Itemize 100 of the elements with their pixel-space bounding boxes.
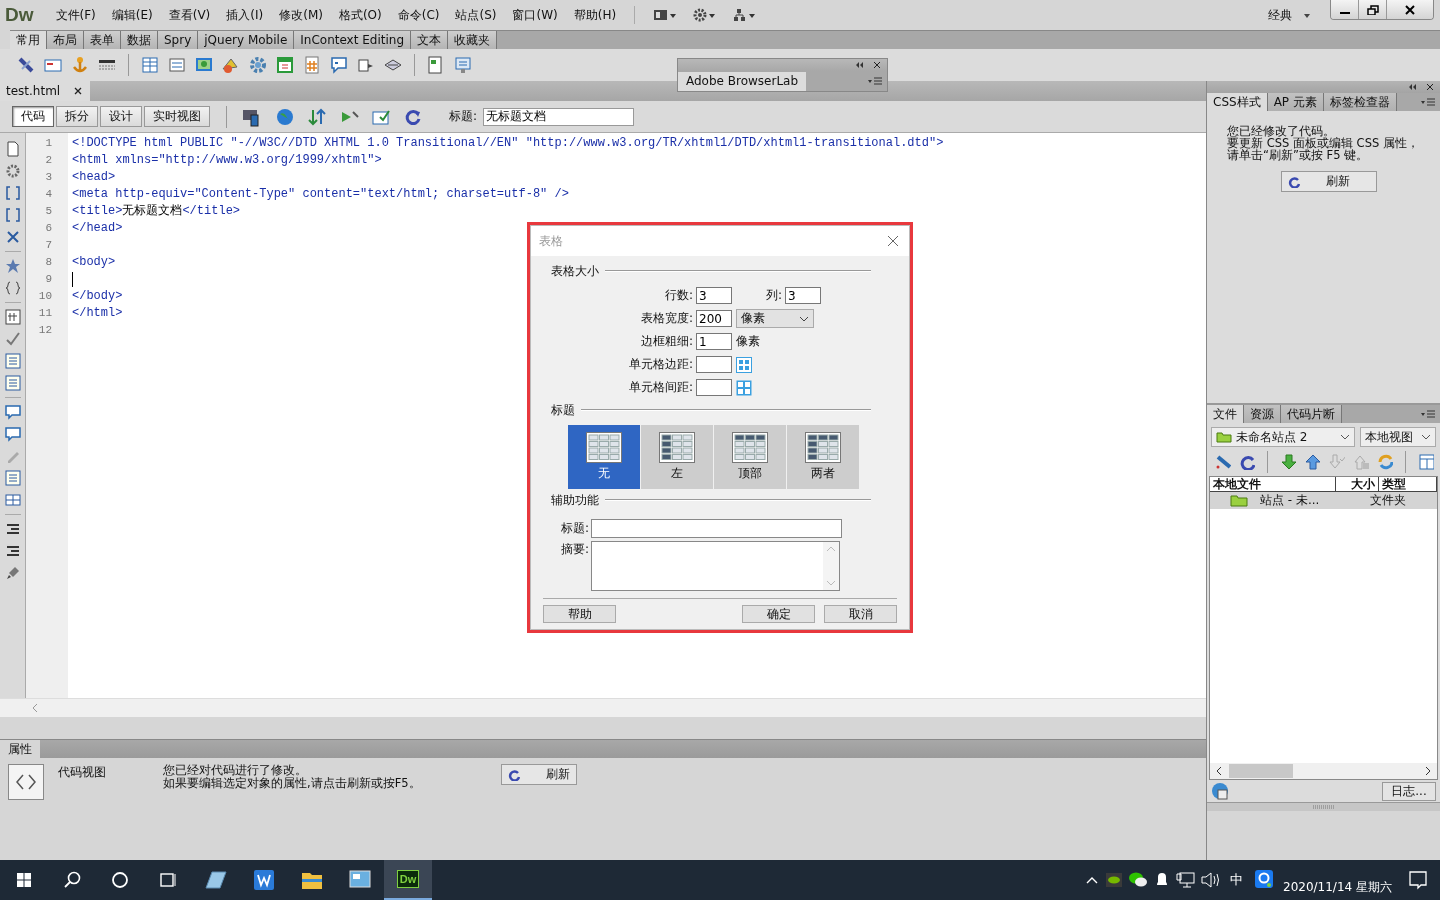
scrollbar-thumb[interactable]	[1229, 764, 1293, 778]
panel-tab[interactable]: 标签检查器	[1323, 93, 1397, 111]
insert-tab[interactable]: 表单	[84, 31, 121, 49]
indent-icon[interactable]	[4, 521, 21, 537]
close-icon[interactable]	[873, 61, 881, 69]
settings-icon[interactable]	[693, 8, 718, 22]
view-button[interactable]: 拆分	[56, 106, 98, 127]
minimize-button[interactable]	[1331, 0, 1359, 19]
document-icon[interactable]	[4, 141, 21, 157]
sync-icon[interactable]	[1376, 454, 1393, 470]
taskbar-app-button[interactable]: Dw	[384, 860, 432, 900]
close-icon[interactable]	[887, 235, 899, 247]
header-option[interactable]: 顶部	[714, 425, 786, 489]
refresh-icon[interactable]	[1239, 454, 1256, 470]
column-header[interactable]: 类型	[1379, 477, 1437, 491]
view-dropdown[interactable]: 本地视图	[1360, 427, 1436, 447]
up-arrow-icon[interactable]	[1304, 454, 1321, 470]
close-icon[interactable]	[1426, 83, 1434, 91]
menu-item[interactable]: 站点(S)	[447, 6, 505, 24]
check-icon[interactable]	[4, 331, 21, 347]
form-icon[interactable]	[167, 55, 187, 75]
title-field[interactable]: 无标题文档	[483, 107, 635, 126]
calendar-icon[interactable]	[275, 55, 295, 75]
menu-item[interactable]: 窗口(W)	[504, 6, 566, 24]
cancel-button[interactable]: 取消	[824, 605, 897, 623]
gear-icon[interactable]	[4, 163, 21, 179]
menu-item[interactable]: 帮助(H)	[565, 6, 625, 24]
panel-tab[interactable]: 文件	[1207, 405, 1244, 423]
log-button[interactable]: 日志...	[1382, 781, 1436, 801]
border-field[interactable]: 1	[696, 333, 732, 350]
menu-item[interactable]: 命令(C)	[389, 6, 448, 24]
star-icon[interactable]	[4, 258, 21, 274]
cell-spacing-field[interactable]	[696, 379, 732, 396]
layout-icon[interactable]	[653, 8, 678, 22]
insert-tab[interactable]: 文本	[411, 31, 449, 49]
restore-button[interactable]	[1359, 0, 1387, 19]
menu-item[interactable]: 格式(O)	[330, 6, 390, 24]
down-arrow-icon[interactable]	[1280, 454, 1297, 470]
collapse-icon[interactable]	[1408, 83, 1418, 91]
menu-item[interactable]: 查看(V)	[160, 6, 219, 24]
view-button[interactable]: 实时视图	[144, 106, 210, 127]
header-option[interactable]: 左	[641, 425, 713, 489]
menu-item[interactable]: 插入(I)	[218, 6, 272, 24]
site-tree-icon[interactable]	[733, 8, 758, 22]
panel-menu-icon[interactable]	[1420, 98, 1436, 106]
hash-icon[interactable]	[302, 55, 322, 75]
gear-icon[interactable]	[248, 55, 268, 75]
width-field[interactable]: 200	[696, 310, 732, 327]
panel-tab[interactable]: 资源	[1244, 405, 1281, 423]
header-option[interactable]: 两者	[787, 425, 859, 489]
list-icon[interactable]	[4, 375, 21, 391]
help-button[interactable]: 帮助	[543, 605, 616, 623]
scroll-right-icon[interactable]	[1424, 766, 1432, 776]
rows-field[interactable]: 3	[696, 287, 732, 304]
check-in-icon[interactable]	[1328, 454, 1345, 470]
refresh-button[interactable]: 刷新	[1280, 171, 1377, 192]
insert-tab[interactable]: 常用	[10, 31, 47, 49]
library-icon[interactable]	[453, 55, 473, 75]
view-button[interactable]: 代码	[12, 106, 54, 127]
panel-menu-icon[interactable]	[1420, 410, 1436, 418]
menu-item[interactable]: 编辑(E)	[103, 6, 161, 24]
speech-bubble-icon[interactable]	[4, 404, 21, 420]
view-button[interactable]: 设计	[100, 106, 142, 127]
table-icon[interactable]	[4, 492, 21, 508]
hash-icon[interactable]	[4, 309, 21, 325]
panel-tab[interactable]: 代码片断	[1281, 405, 1342, 423]
caption-field[interactable]	[591, 519, 842, 538]
insert-tab[interactable]: 收藏夹	[448, 31, 498, 49]
brace-icon[interactable]	[4, 280, 21, 296]
list-icon[interactable]	[4, 353, 21, 369]
insert-tab[interactable]: Spry	[158, 31, 199, 49]
list-icon[interactable]	[4, 470, 21, 486]
scroll-left-icon[interactable]	[1215, 766, 1223, 776]
collapse-icon[interactable]	[855, 61, 865, 69]
file-row[interactable]: 站点 - 未... 文件夹	[1210, 492, 1437, 509]
close-button[interactable]	[1387, 0, 1433, 19]
cell-padding-field[interactable]	[696, 356, 732, 373]
input-method-indicator[interactable]: 中	[1230, 871, 1243, 889]
panel-tab[interactable]: Adobe BrowserLab	[678, 71, 807, 91]
indent-icon[interactable]	[4, 543, 21, 559]
insert-tab[interactable]: InContext Editing	[294, 31, 412, 49]
bracket-icon[interactable]	[4, 207, 21, 223]
globe-icon[interactable]	[1211, 782, 1229, 800]
close-icon[interactable]	[74, 87, 83, 95]
panel-tab[interactable]: CSS样式	[1207, 93, 1268, 111]
insert-tab[interactable]: jQuery Mobile	[198, 31, 295, 49]
column-header[interactable]: 本地文件	[1210, 477, 1336, 491]
menu-item[interactable]: 修改(M)	[271, 6, 331, 24]
site-dropdown[interactable]: 未命名站点 2	[1211, 427, 1355, 447]
insert-tab[interactable]: 数据	[121, 31, 158, 49]
columns-field[interactable]: 3	[785, 287, 821, 304]
panel-menu-icon[interactable]	[867, 77, 883, 85]
workspace-switcher[interactable]: 经典	[1268, 6, 1312, 24]
brush-icon[interactable]	[4, 565, 21, 581]
speech-bubble-icon[interactable]	[329, 55, 349, 75]
panel-tab[interactable]: AP 元素	[1267, 93, 1324, 111]
column-header[interactable]: 大小	[1336, 477, 1379, 491]
properties-tab[interactable]: 属性	[0, 740, 40, 758]
refresh-button[interactable]: 刷新	[501, 764, 577, 785]
table-icon[interactable]	[140, 55, 160, 75]
